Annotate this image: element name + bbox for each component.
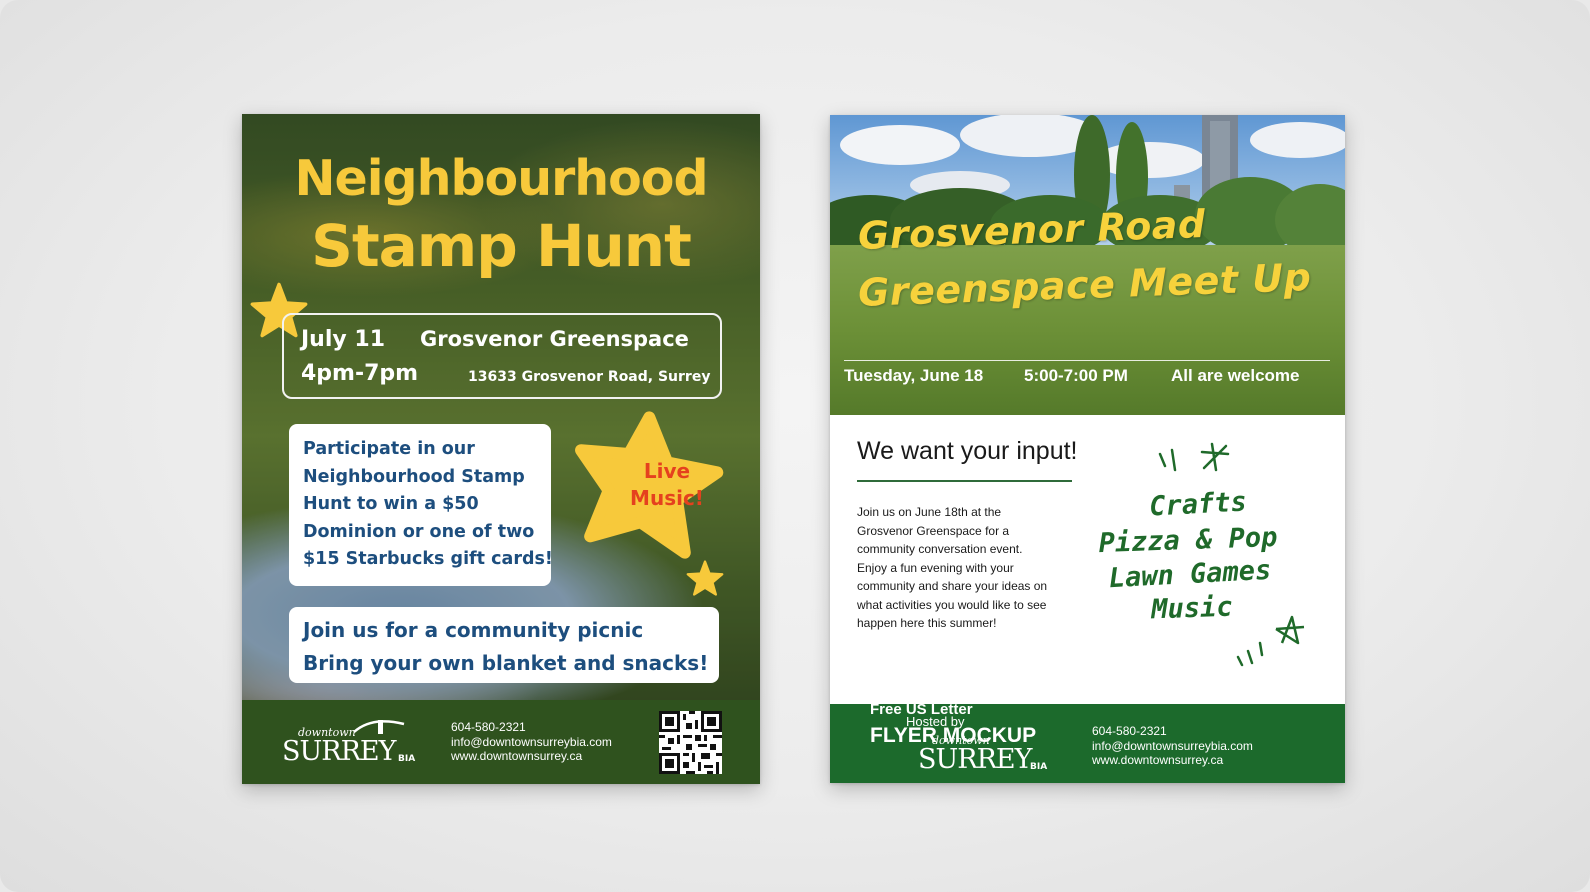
live-music-line2: Music! (630, 486, 704, 510)
prize-line: Dominion or one of two (303, 521, 535, 542)
logo-bia-text: BIA (398, 754, 416, 764)
phone-number: 604-580-2321 (451, 720, 526, 734)
watermark-line3: FLYER MOCKUP (870, 724, 1037, 747)
heading-underline (857, 480, 1072, 482)
logo-surrey-text: SURREY (282, 736, 396, 767)
description-line: happen here this summer! (857, 616, 997, 630)
qr-code-icon (659, 711, 722, 774)
activity-lawn-games: Lawn Games (1108, 554, 1272, 595)
doodle-dashes-icon (1236, 641, 1264, 667)
email-address: info@downtownsurreybia.com (451, 734, 612, 749)
logo-swoosh-icon (353, 720, 405, 734)
description-line: Enjoy a fun evening with your (857, 560, 1014, 575)
mockup-stage: Neighbourhood Stamp Hunt July 11 4pm-7pm… (0, 0, 1590, 892)
prize-line: Hunt to win a $50 (303, 494, 479, 514)
live-music-line1: Live (643, 459, 691, 483)
greenspace-meetup-flyer: Grosvenor Road Greenspace Meet Up Tuesda… (830, 115, 1345, 783)
downtown-surrey-logo: downtown SURREY BIA (282, 712, 422, 772)
activity-crafts: Crafts (1148, 486, 1248, 523)
picnic-line2: Bring your own blanket and snacks! (303, 651, 709, 675)
doodle-star-icon (1200, 442, 1230, 472)
description-line: community and share your ideas on (857, 579, 1048, 593)
event-description: Join us on June 18th at the Grosvenor Gr… (857, 503, 1087, 633)
welcome-note: All are welcome (1171, 366, 1300, 385)
prize-info-box: Participate in our Neighbourhood Stamp H… (289, 424, 553, 586)
event-venue: Grosvenor Greenspace (420, 327, 689, 351)
phone-number: 604-580-2321 (1092, 724, 1167, 738)
event-address: 13633 Grosvenor Road, Surrey (468, 369, 711, 385)
star-icon (686, 560, 724, 596)
live-music-label: Live Music! (597, 458, 737, 512)
activity-pizza-pop: Pizza & Pop (1098, 521, 1278, 560)
logo-surrey-text: SURREY (918, 744, 1032, 775)
description-line: community conversation event. (857, 542, 1023, 556)
event-time: 4pm-7pm (301, 361, 419, 386)
prize-line: $15 Starbucks gift cards! (303, 549, 553, 569)
event-date: Tuesday, June 18 (844, 366, 984, 385)
divider-line (844, 360, 1330, 361)
website: www.downtownsurrey.ca (1092, 753, 1224, 767)
picnic-info-box: Join us for a community picnic Bring you… (289, 607, 719, 683)
activity-music: Music (1150, 591, 1234, 626)
event-date: July 11 (301, 327, 386, 352)
doodle-star-icon (1275, 615, 1305, 645)
description-line: what activities you would like to see (857, 597, 1047, 612)
description-line: Grosvenor Greenspace for a (857, 523, 1010, 538)
description-line: Join us on June 18th at the (857, 505, 1002, 519)
contact-info: 604-580-2321 info@downtownsurreybia.com … (451, 720, 612, 764)
flyer-footer: downtown SURREY BIA Free US Letter Hoste… (830, 701, 1345, 783)
event-time: 5:00-7:00 PM (1024, 366, 1128, 385)
prize-line: Participate in our (303, 439, 475, 459)
prize-line: Neighbourhood Stamp (303, 466, 525, 487)
email-address: info@downtownsurreybia.com (1092, 738, 1253, 753)
logo-bia-text: BIA (1030, 762, 1048, 772)
flyer-title-line1: Neighbourhood (294, 150, 708, 207)
contact-info: 604-580-2321 info@downtownsurreybia.com … (1092, 724, 1253, 768)
event-info-box: July 11 4pm-7pm Grosvenor Greenspace 136… (282, 313, 722, 399)
input-heading: We want your input! (857, 437, 1078, 465)
doodle-dashes-icon (1158, 448, 1177, 472)
stamp-hunt-flyer: Neighbourhood Stamp Hunt July 11 4pm-7pm… (242, 114, 760, 784)
flyer-footer: downtown SURREY BIA 604-580-2321 info@do… (242, 700, 760, 784)
website: www.downtownsurrey.ca (451, 749, 583, 763)
flyer-title-line2: Stamp Hunt (311, 212, 692, 280)
picnic-line1: Join us for a community picnic (303, 618, 644, 642)
